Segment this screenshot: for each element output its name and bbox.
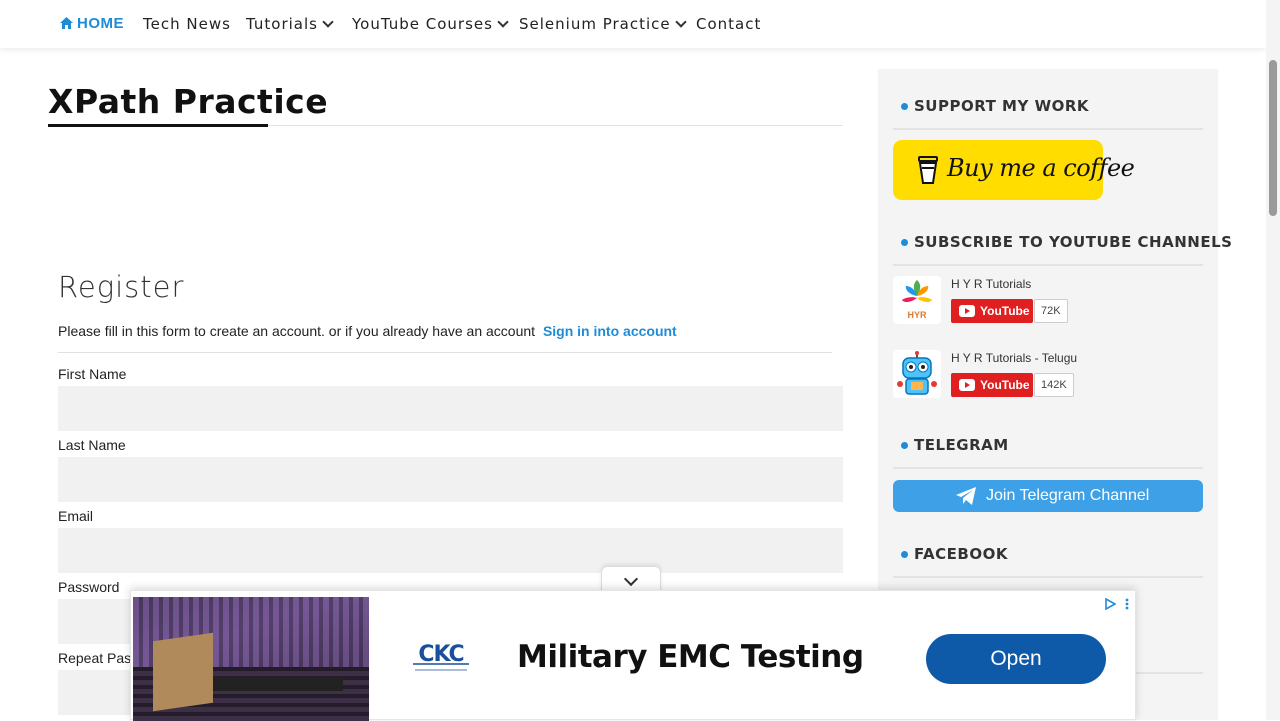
support-title-text: SUPPORT MY WORK: [914, 97, 1090, 115]
join-telegram-button[interactable]: Join Telegram Channel: [893, 480, 1203, 512]
hyr-channel-logo[interactable]: HYR: [893, 276, 941, 324]
register-description: Please fill in this form to create an ac…: [58, 323, 677, 339]
panel-graphic: [153, 632, 213, 712]
subscriber-count: 142K: [1034, 373, 1074, 397]
nav-tech-news[interactable]: Tech News: [143, 15, 231, 33]
subscriber-count: 72K: [1034, 299, 1068, 323]
bullet-icon: [901, 551, 908, 558]
more-vertical-icon[interactable]: [1125, 598, 1129, 610]
buy-me-a-coffee-button[interactable]: Buy me a coffee: [893, 140, 1135, 200]
nav-contact-label: Contact: [696, 15, 762, 33]
widget-divider: [893, 264, 1203, 266]
nav-tutorials[interactable]: Tutorials: [246, 15, 334, 33]
title-underline: [48, 124, 268, 127]
hyr-telugu-channel-logo[interactable]: [893, 350, 941, 398]
widget-divider: [893, 576, 1203, 578]
widget-divider: [893, 467, 1203, 469]
page-scrollbar[interactable]: [1266, 0, 1280, 720]
page-title: XPath Practice: [48, 82, 329, 121]
youtube-play-icon: [959, 379, 975, 391]
register-heading: Register: [58, 270, 185, 304]
nav-tutorials-label: Tutorials: [246, 15, 318, 33]
coffee-button-label: Buy me a coffee: [947, 154, 1135, 182]
last-name-label: Last Name: [58, 437, 126, 453]
nav-tech-news-label: Tech News: [143, 15, 231, 33]
table-graphic: [213, 677, 343, 691]
youtube-channel-row: HYR H Y R Tutorials YouTube 72K: [893, 276, 1203, 328]
hyr-logo-icon: HYR: [902, 280, 932, 320]
first-name-label: First Name: [58, 366, 127, 382]
youtube-channel-row: H Y R Tutorials - Telugu YouTube 142K: [893, 350, 1203, 402]
nav-contact[interactable]: Contact: [696, 15, 761, 33]
last-name-field[interactable]: [58, 457, 843, 502]
ckc-logo: CKC: [411, 639, 471, 671]
bullet-icon: [901, 103, 908, 110]
scrollbar-thumb[interactable]: [1269, 60, 1277, 216]
chevron-down-icon: [674, 16, 687, 28]
svg-text:HYR: HYR: [907, 310, 927, 320]
nav-selenium-practice[interactable]: Selenium Practice: [519, 15, 687, 33]
nav-selenium-practice-label: Selenium Practice: [519, 15, 671, 33]
email-field[interactable]: [58, 528, 843, 573]
robot-icon: [897, 351, 937, 395]
youtube-subscribe-button[interactable]: YouTube: [951, 299, 1033, 323]
youtube-subscribe-button[interactable]: YouTube: [951, 373, 1033, 397]
chevron-down-icon: [322, 16, 334, 28]
telegram-button-label: Join Telegram Channel: [986, 487, 1150, 504]
form-divider: [58, 352, 832, 353]
ad-image[interactable]: [133, 597, 369, 721]
nav-youtube-courses-label: YouTube Courses: [352, 15, 493, 33]
coffee-cup-icon: [918, 156, 938, 184]
email-label: Email: [58, 508, 94, 524]
bullet-icon: [901, 442, 908, 449]
ad-banner[interactable]: CKC Military EMC Testing Open: [130, 590, 1136, 721]
top-navigation: HOME Tech News Tutorials YouTube Courses…: [0, 0, 1266, 48]
telegram-title-text: TELEGRAM: [914, 436, 1009, 454]
telegram-widget-title: TELEGRAM: [901, 436, 1009, 454]
nav-youtube-courses[interactable]: YouTube Courses: [352, 15, 509, 33]
youtube-play-icon: [959, 305, 975, 317]
channel-name: H Y R Tutorials: [951, 277, 1032, 291]
youtube-button-label: YouTube: [980, 304, 1030, 318]
support-widget-title: SUPPORT MY WORK: [901, 97, 1089, 115]
ad-open-button[interactable]: Open: [926, 634, 1106, 684]
chevron-down-icon: [623, 571, 639, 587]
sign-in-link[interactable]: Sign in into account: [543, 323, 677, 339]
nav-home-label: HOME: [77, 15, 124, 32]
widget-divider: [893, 128, 1203, 130]
facebook-title-text: FACEBOOK: [914, 545, 1008, 563]
bullet-icon: [901, 239, 908, 246]
register-description-text: Please fill in this form to create an ac…: [58, 323, 536, 339]
adchoices-icon[interactable]: [1104, 598, 1116, 610]
youtube-button-label: YouTube: [980, 378, 1030, 392]
channel-name: H Y R Tutorials - Telugu: [951, 351, 1078, 365]
nav-home-link[interactable]: HOME: [60, 15, 124, 32]
facebook-widget-title: FACEBOOK: [901, 545, 1008, 563]
ad-headline[interactable]: Military EMC Testing: [517, 639, 864, 675]
first-name-field[interactable]: [58, 386, 843, 431]
chevron-down-icon: [497, 16, 509, 28]
subscribe-widget-title: SUBSCRIBE TO YOUTUBE CHANNELS: [901, 233, 1232, 251]
telegram-plane-icon: [956, 487, 976, 505]
password-label: Password: [58, 579, 120, 595]
home-icon: [60, 17, 73, 29]
repeat-password-label: Repeat Pas: [58, 650, 132, 666]
subscribe-title-text: SUBSCRIBE TO YOUTUBE CHANNELS: [914, 233, 1233, 251]
